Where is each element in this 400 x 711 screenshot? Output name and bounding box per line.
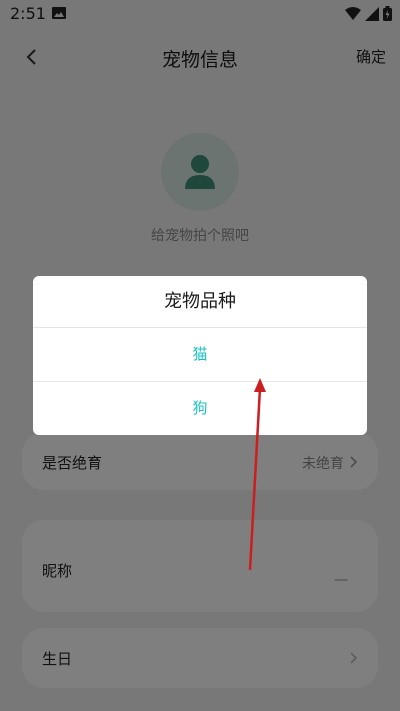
annotation-arrow-line: [248, 387, 262, 571]
annotation-arrow-head: [254, 378, 266, 392]
annotation-arrow: [248, 378, 266, 571]
